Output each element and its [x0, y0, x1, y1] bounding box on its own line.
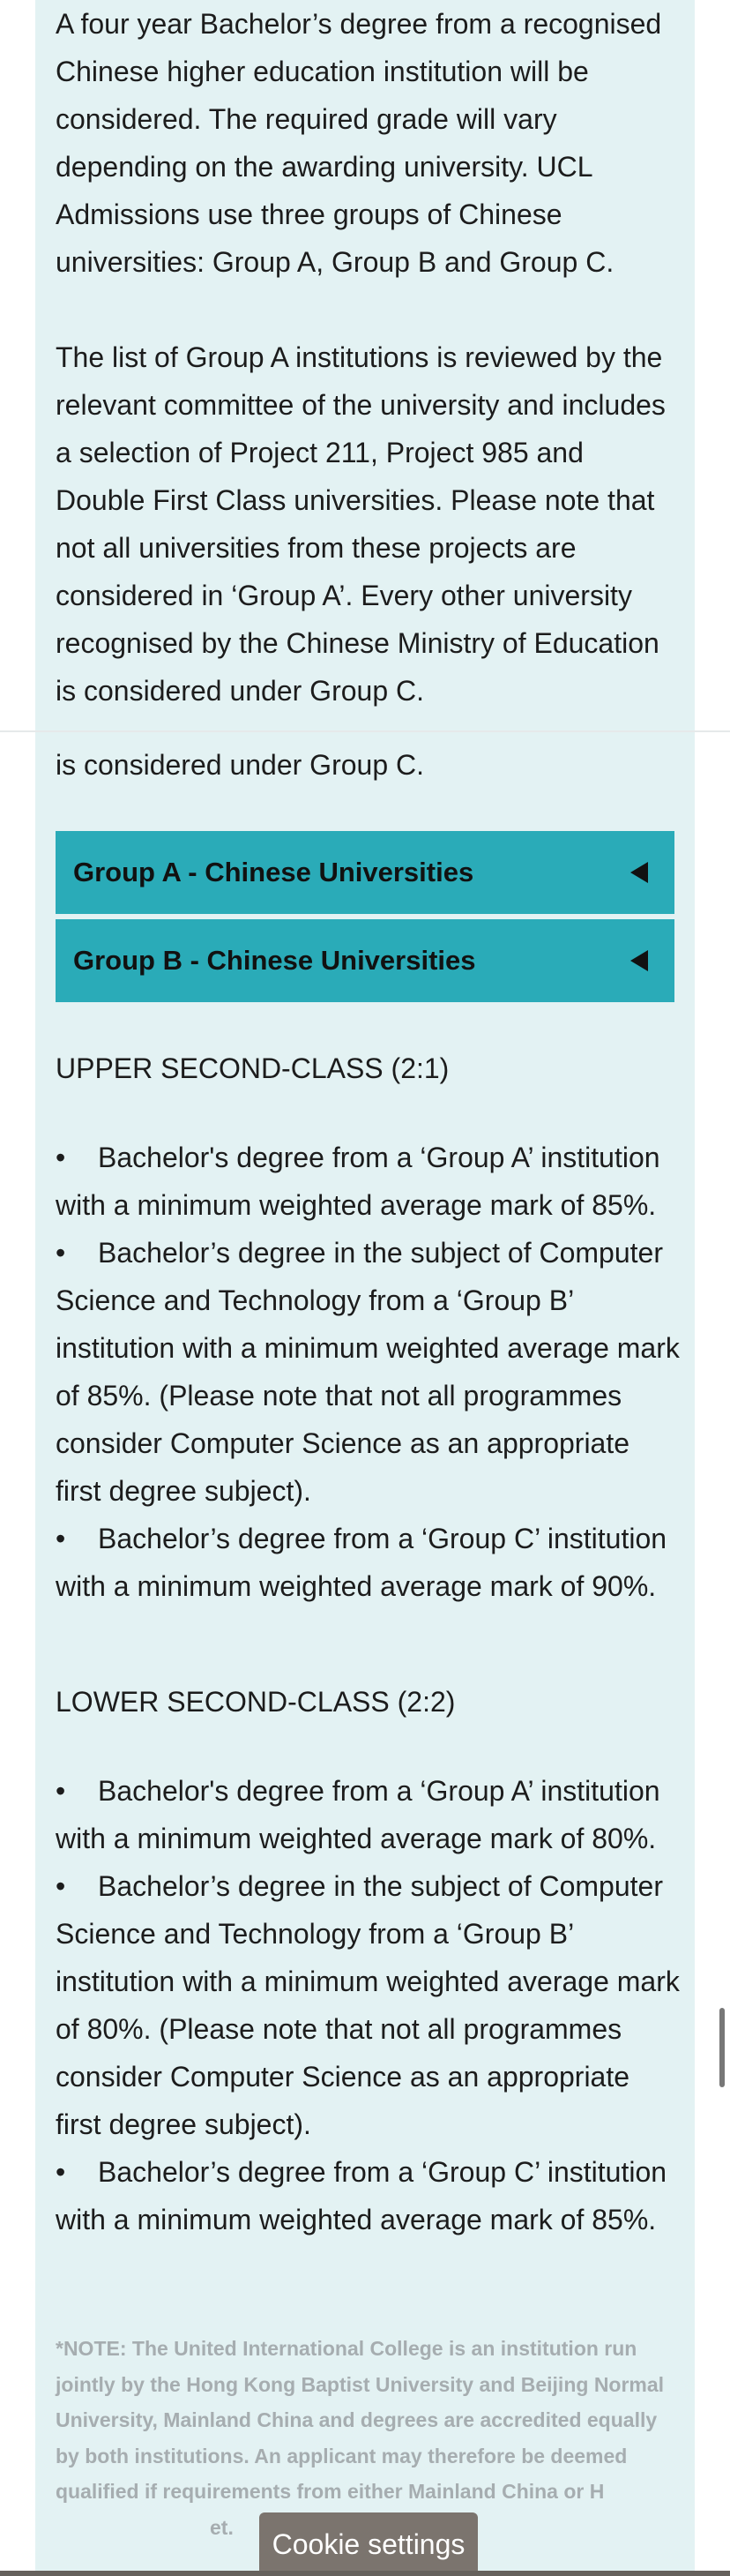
list-item-text: Bachelor’s degree in the subject of Comp… [56, 1870, 680, 2140]
sticky-divider [0, 730, 730, 732]
repeated-line-section: is considered under Group C. [56, 741, 673, 789]
repeated-line: is considered under Group C. [56, 749, 424, 781]
list-item-text: Bachelor's degree from a ‘Group A’ insti… [56, 1775, 660, 1854]
list-item-text: Bachelor’s degree in the subject of Comp… [56, 1237, 680, 1507]
bullet-icon: • [56, 1142, 66, 1173]
accordion-group-b-label: Group B - Chinese Universities [73, 945, 476, 976]
upper-second-list: • Bachelor's degree from a ‘Group A’ inst… [56, 1134, 682, 1610]
list-item-text: Bachelor’s degree from a ‘Group C’ insti… [56, 2156, 667, 2235]
bullet-icon: • [56, 1870, 66, 1902]
bottom-bar [0, 2571, 730, 2576]
intro-paragraph-1: A four year Bachelor’s degree from a rec… [56, 8, 662, 278]
lower-second-heading: LOWER SECOND-CLASS (2:2) [56, 1686, 456, 1718]
note-body: *NOTE: The United International College … [56, 2337, 665, 2503]
cookie-settings-button[interactable]: Cookie settings [259, 2512, 478, 2576]
list-item: • Bachelor’s degree from a ‘Group C’ inst… [56, 2148, 682, 2243]
accordion-group-a[interactable]: Group A - Chinese Universities [56, 831, 674, 914]
list-item: • Bachelor’s degree from a ‘Group C’ inst… [56, 1515, 682, 1610]
bullet-icon: • [56, 2156, 66, 2188]
upper-second-heading: UPPER SECOND-CLASS (2:1) [56, 1052, 450, 1084]
accordion-group-b[interactable]: Group B - Chinese Universities [56, 919, 674, 1002]
scrollbar-thumb[interactable] [719, 2008, 725, 2087]
accordion-group-a-label: Group A - Chinese Universities [73, 857, 474, 887]
intro-section: A four year Bachelor’s degree from a rec… [56, 0, 673, 715]
list-item-text: Bachelor’s degree from a ‘Group C’ insti… [56, 1523, 667, 1602]
bullet-icon: • [56, 1523, 66, 1554]
caret-left-icon [630, 862, 648, 883]
bullet-icon: • [56, 1237, 66, 1269]
lower-second-list: • Bachelor's degree from a ‘Group A’ inst… [56, 1767, 682, 2243]
list-item-text: Bachelor's degree from a ‘Group A’ insti… [56, 1142, 660, 1221]
bullet-icon: • [56, 1775, 66, 1807]
list-item: • Bachelor's degree from a ‘Group A’ inst… [56, 1767, 682, 1862]
list-item: • Bachelor’s degree in the subject of Com… [56, 1229, 682, 1515]
list-item: • Bachelor's degree from a ‘Group A’ inst… [56, 1134, 682, 1229]
list-item: • Bachelor’s degree in the subject of Com… [56, 1862, 682, 2148]
caret-left-icon [630, 950, 648, 971]
note-tail: et. [210, 2515, 234, 2539]
intro-paragraph-2: The list of Group A institutions is revi… [56, 341, 666, 707]
